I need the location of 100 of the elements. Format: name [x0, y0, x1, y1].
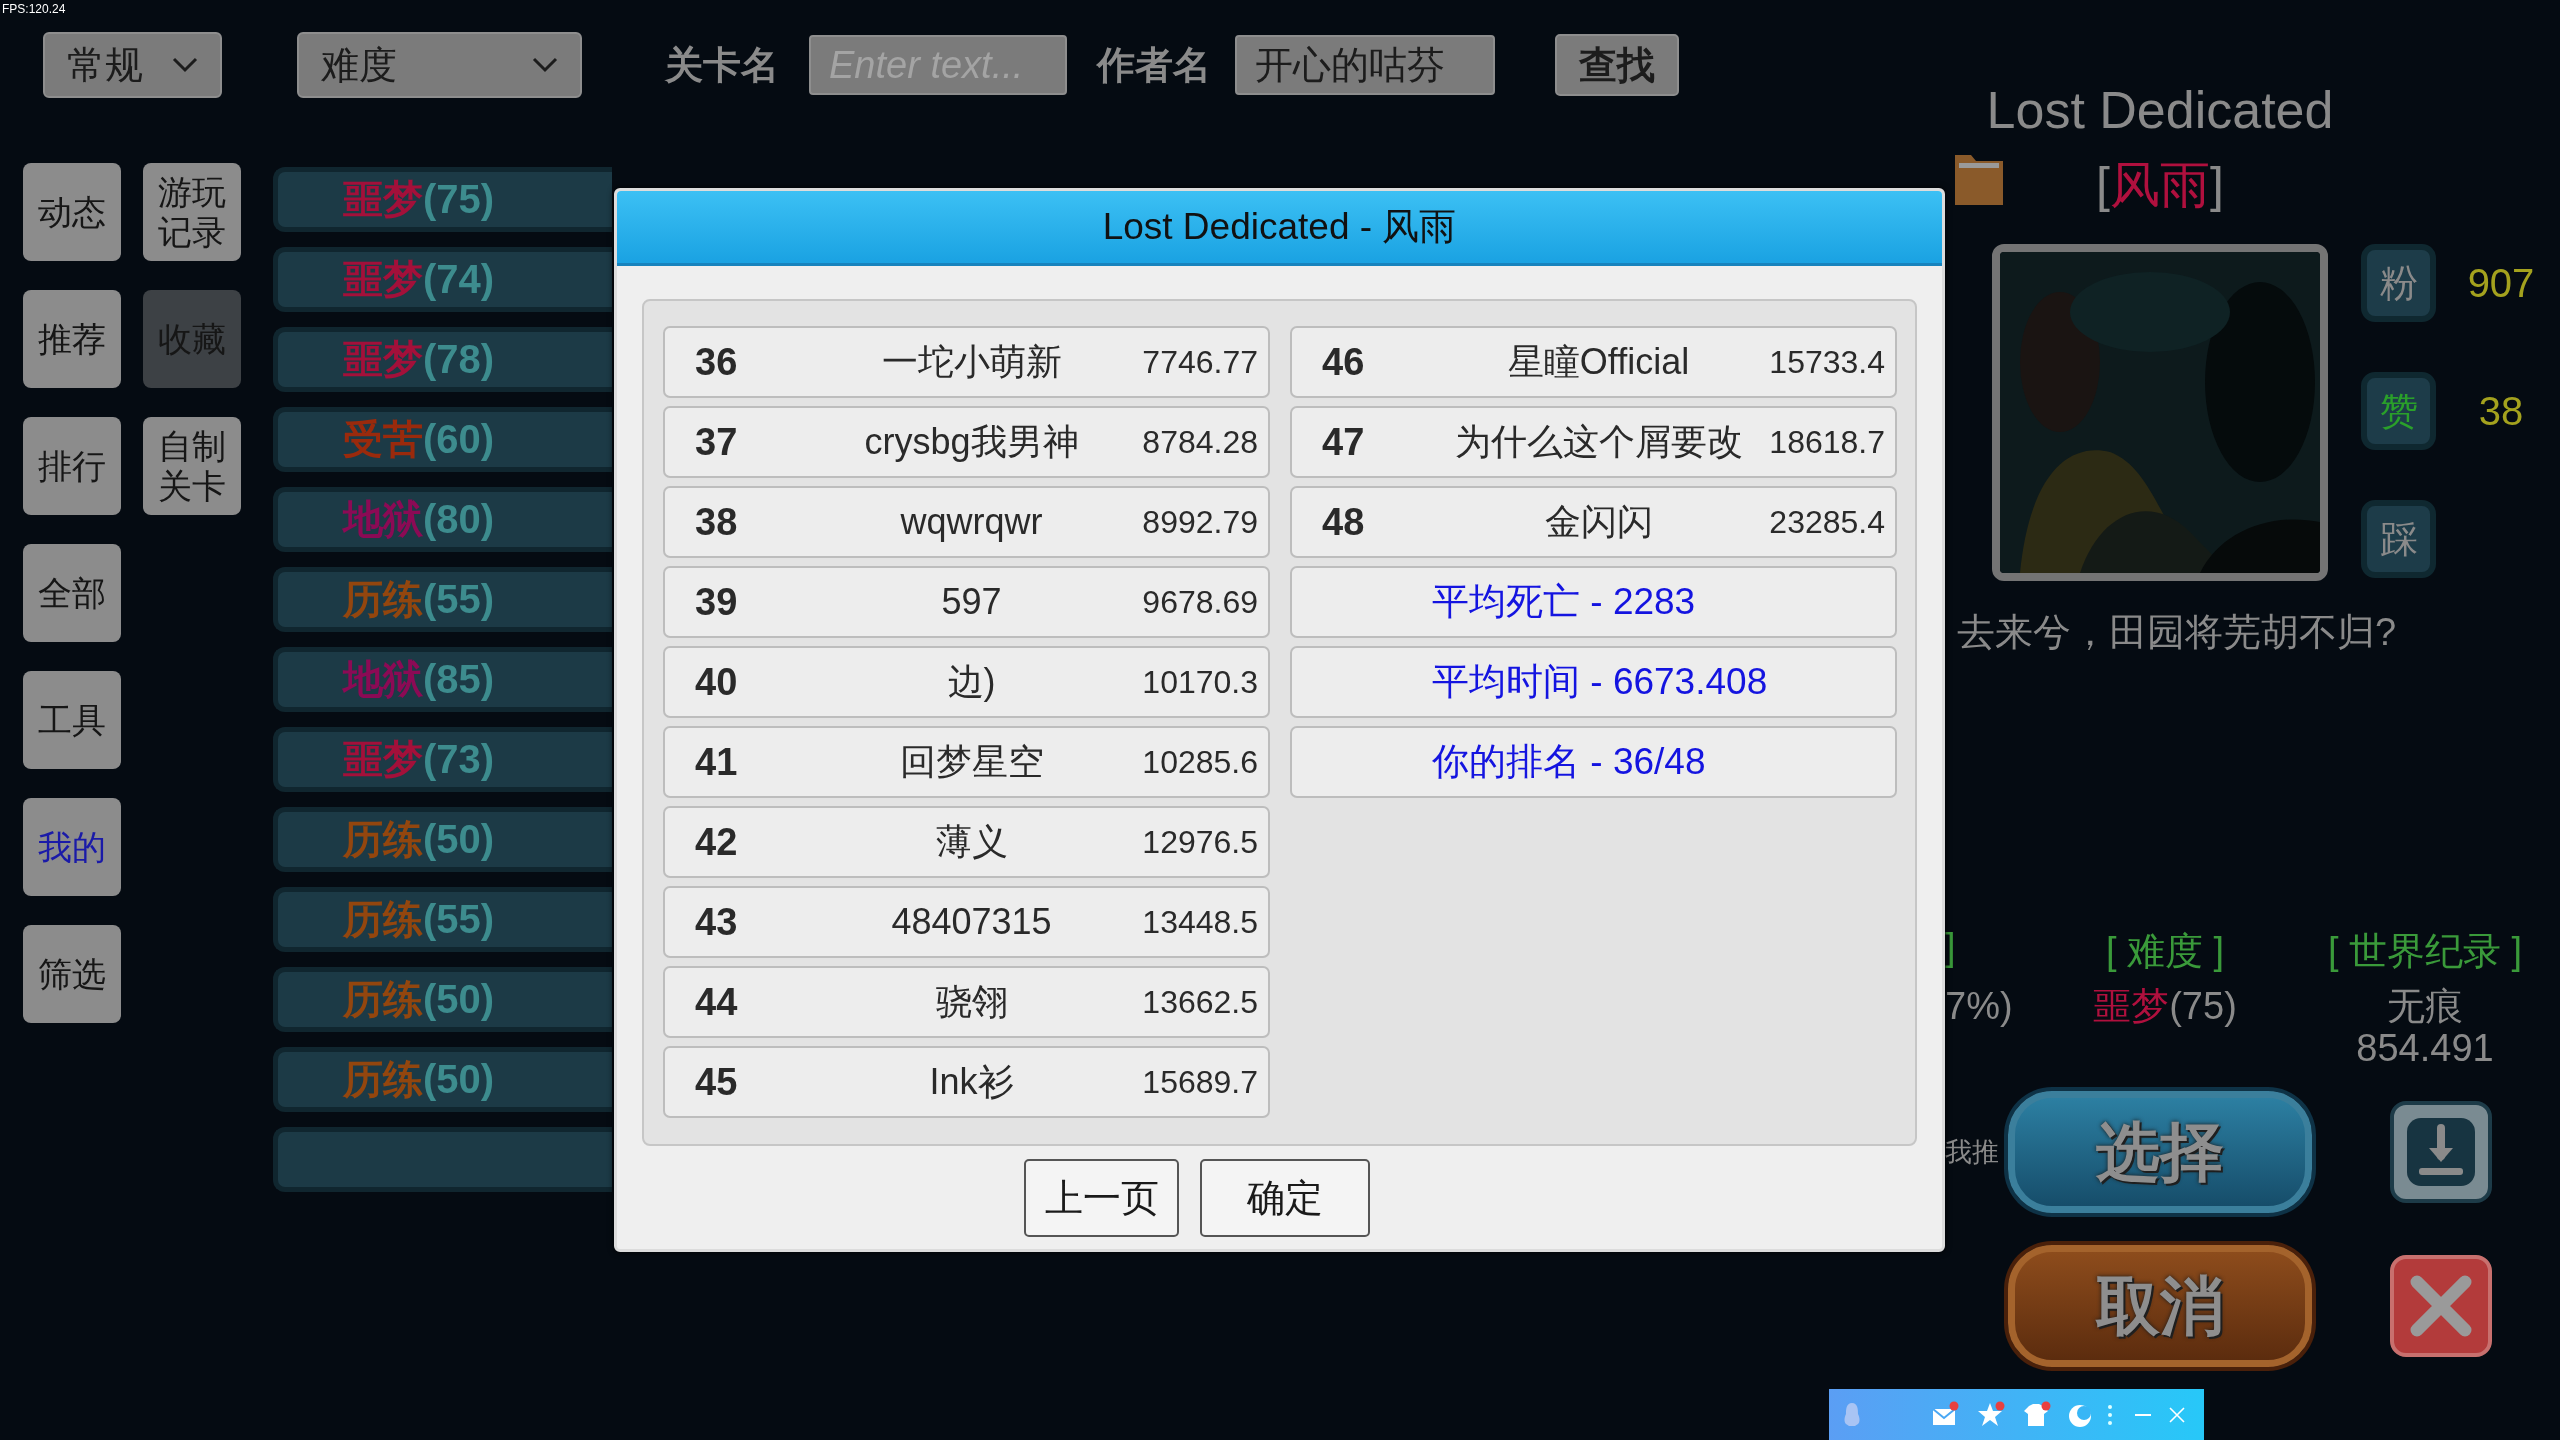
summary-text: 平均时间 - 6673.408: [1432, 660, 1768, 704]
download-button[interactable]: [2390, 1101, 2492, 1203]
level-difficulty: 受苦(60): [343, 416, 495, 463]
fps-counter: FPS:120.24: [2, 2, 66, 16]
player-name: 为什么这个屑要改: [1453, 419, 1744, 464]
category-dropdown[interactable]: 常规: [43, 32, 222, 98]
finish-time: 10170.3: [1141, 663, 1258, 701]
player-name: crysbg我男神: [863, 419, 1080, 464]
finish-time: 18618.7: [1768, 423, 1885, 461]
stat-header: [ 难度 ]: [2104, 929, 2226, 974]
stat-header: [ 世界纪录 ]: [2326, 929, 2524, 974]
stat-value: 7%): [1945, 985, 2014, 1027]
dislike-button[interactable]: 踩: [2361, 500, 2436, 578]
rank-number: 45: [695, 1060, 739, 1104]
reaction-count: 907: [2466, 260, 2536, 306]
stat-value: 无痕: [2386, 985, 2464, 1027]
sidebar-item[interactable]: 动态: [23, 163, 121, 261]
level-difficulty: 噩梦(74): [343, 256, 495, 303]
summary-text: 平均死亡 - 2283: [1432, 580, 1696, 624]
player-name: 一坨小萌新: [880, 339, 1063, 384]
rank-number: 42: [695, 820, 739, 864]
previous-page-button[interactable]: 上一页: [1024, 1159, 1179, 1237]
rank-number: 37: [695, 420, 739, 464]
level-difficulty: 历练(50): [343, 1056, 495, 1103]
finish-time: 8992.79: [1141, 503, 1258, 541]
finish-time: 8784.28: [1141, 423, 1258, 461]
rank-number: 41: [695, 740, 739, 784]
level-row[interactable]: 历练(55): [273, 567, 612, 632]
field-label: 关卡名: [665, 42, 779, 88]
rank-number: 43: [695, 900, 739, 944]
sidebar-item[interactable]: 工具: [23, 671, 121, 769]
recommend-label: 我推: [1945, 1136, 2000, 1169]
level-row[interactable]: 历练(50): [273, 807, 612, 872]
close-button[interactable]: [2390, 1255, 2492, 1357]
level-row[interactable]: 噩梦(78): [273, 327, 612, 392]
player-name: 597: [940, 581, 1003, 623]
level-row[interactable]: 噩梦(73): [273, 727, 612, 792]
level-difficulty: 噩梦(73): [343, 736, 495, 783]
chevron-down-icon: [532, 57, 558, 73]
sidebar-item[interactable]: 自制关卡: [143, 417, 241, 515]
level-row[interactable]: 噩梦(75): [273, 167, 612, 232]
player-name: Ink衫: [928, 1059, 1015, 1104]
level-row[interactable]: 受苦(60): [273, 407, 612, 472]
player-name: 金闪闪: [1543, 499, 1654, 544]
search-button[interactable]: 查找: [1555, 34, 1679, 96]
rank-number: 44: [695, 980, 739, 1024]
level-difficulty: 历练(50): [343, 816, 495, 863]
level-row[interactable]: 地狱(80): [273, 487, 612, 552]
player-name: 星瞳Official: [1506, 339, 1691, 384]
sidebar-item[interactable]: 排行: [23, 417, 121, 515]
level-difficulty: 地狱(80): [343, 496, 495, 543]
rank-number: 36: [695, 340, 739, 384]
level-row[interactable]: 噩梦(74): [273, 247, 612, 312]
level-description: 去来兮，田园将芜胡不归?: [1956, 610, 2398, 655]
level-row[interactable]: 地狱(85): [273, 647, 612, 712]
finish-time: 13662.5: [1141, 983, 1258, 1021]
shirt-icon[interactable]: [2023, 1400, 2051, 1429]
rank-number: 47: [1322, 420, 1366, 464]
stat-header: ]: [1945, 926, 1957, 970]
level-row[interactable]: 历练(55): [273, 887, 612, 952]
sidebar-item[interactable]: 我的: [23, 798, 121, 896]
fan-button[interactable]: 粉: [2361, 244, 2436, 322]
author-tag: [风雨]: [2096, 156, 2224, 214]
level-difficulty: 噩梦(75): [343, 176, 495, 223]
player-name: 薄义: [934, 819, 1009, 864]
finish-time: 10285.6: [1141, 743, 1258, 781]
summary-text: 你的排名 - 36/48: [1432, 740, 1706, 784]
finish-time: 15689.7: [1141, 1063, 1258, 1101]
sidebar-item[interactable]: 筛选: [23, 925, 121, 1023]
rank-number: 39: [695, 580, 739, 624]
author-field[interactable]: 开心的咕芬: [1235, 35, 1495, 95]
confirm-button[interactable]: 确定: [1200, 1159, 1370, 1237]
reaction-count: 38: [2477, 388, 2525, 434]
finish-time: 7746.77: [1141, 343, 1258, 381]
player-name: 48407315: [890, 901, 1053, 943]
player-name: 回梦星空: [898, 739, 1045, 784]
finish-time: 9678.69: [1141, 583, 1258, 621]
dialog-title: Lost Dedicated - 风雨: [617, 191, 1942, 266]
player-name: 边): [946, 659, 997, 704]
rank-number: 38: [695, 500, 739, 544]
finish-time: 15733.4: [1768, 343, 1885, 381]
stat-value: 噩梦(75): [2092, 985, 2238, 1027]
download-icon: [2405, 1116, 2477, 1188]
level-title: Lost Dedicated: [1985, 80, 2335, 140]
close-icon: [2409, 1274, 2473, 1338]
star-icon[interactable]: [1977, 1400, 2005, 1429]
sidebar-item[interactable]: 全部: [23, 544, 121, 642]
player-name: 骁翎: [934, 979, 1009, 1024]
level-difficulty: 历练(55): [343, 576, 495, 623]
sidebar-item[interactable]: 推荐: [23, 290, 121, 388]
sidebar-item[interactable]: 游玩记录: [143, 163, 241, 261]
rank-number: 40: [695, 660, 739, 704]
finish-time: 23285.4: [1768, 503, 1885, 541]
finish-time: 13448.5: [1141, 903, 1258, 941]
field-label: 作者名: [1097, 42, 1211, 88]
difficulty-dropdown[interactable]: 难度: [297, 32, 582, 98]
level-row[interactable]: 历练(50): [273, 1047, 612, 1112]
level-difficulty: 地狱(85): [343, 656, 495, 703]
level-row[interactable]: 历练(50): [273, 967, 612, 1032]
like-button[interactable]: 赞: [2361, 372, 2436, 450]
